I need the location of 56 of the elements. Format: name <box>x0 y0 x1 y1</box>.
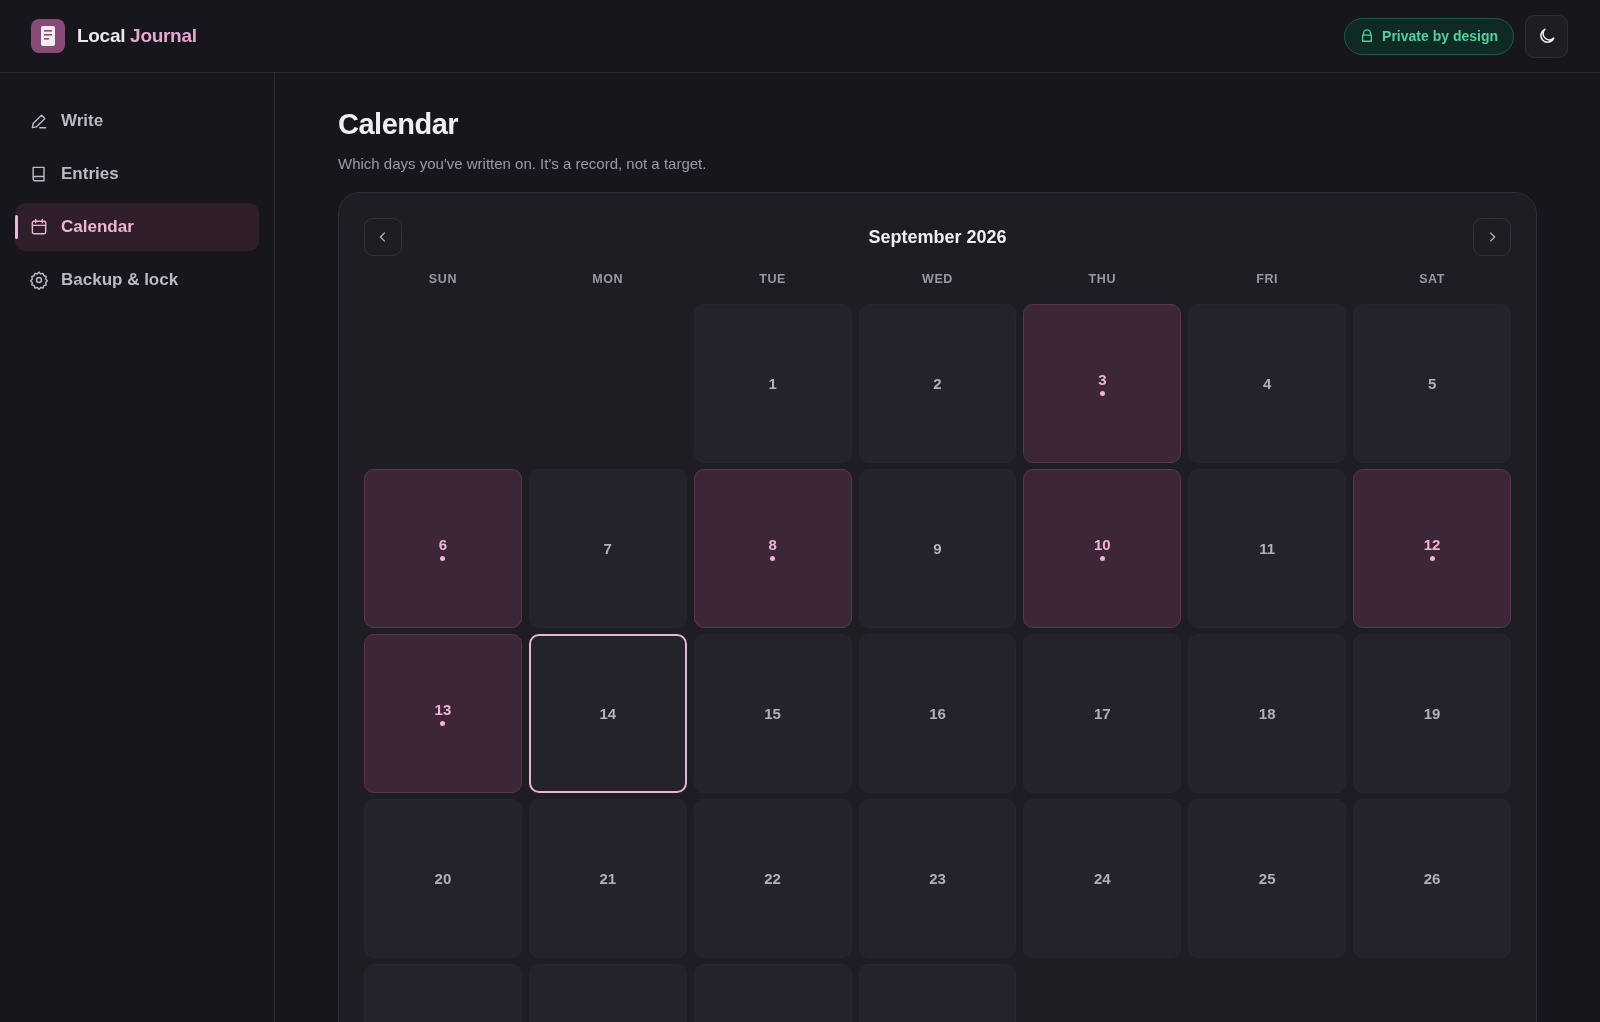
day-cell[interactable]: 10 <box>1023 469 1182 628</box>
entry-dot <box>1429 556 1435 561</box>
day-cell[interactable]: 2 <box>858 304 1017 463</box>
day-cell[interactable]: 18 <box>1188 634 1347 793</box>
day-cell[interactable]: 5 <box>1353 304 1511 463</box>
day-cell[interactable]: 15 <box>693 634 852 793</box>
day-cell[interactable]: 26 <box>1353 799 1511 958</box>
app-title: Local Journal <box>77 25 197 47</box>
day-cell[interactable]: 14 <box>528 634 687 793</box>
nav-item[interactable]: Backup & lock <box>15 256 259 304</box>
day-cell[interactable]: 22 <box>693 799 852 958</box>
day-cell[interactable]: 6 <box>364 469 522 628</box>
nav-item[interactable]: Write <box>15 97 259 145</box>
weekday-label: SAT <box>1418 272 1446 288</box>
day-cell[interactable]: 1 <box>693 304 852 463</box>
pencil-icon <box>29 111 49 131</box>
day-cell[interactable]: 20 <box>364 799 522 958</box>
day-cell[interactable]: 8 <box>693 469 852 628</box>
entry-dot <box>1099 556 1105 561</box>
next-month-button[interactable] <box>1473 218 1511 256</box>
day-cell[interactable]: 23 <box>858 799 1017 958</box>
day-cell[interactable]: 19 <box>1353 634 1511 793</box>
weekday-label: MON <box>591 272 625 288</box>
day-cell[interactable]: 12 <box>1353 469 1511 628</box>
entry-dot <box>440 721 446 726</box>
nav-item[interactable]: Calendar <box>15 203 259 251</box>
weekday-label: FRI <box>1255 272 1280 288</box>
theme-toggle-button[interactable] <box>1525 14 1568 58</box>
entry-dot <box>770 556 776 561</box>
day-cell[interactable]: 11 <box>1188 469 1347 628</box>
day-cell[interactable]: 25 <box>1188 799 1347 958</box>
day-cell[interactable]: 3 <box>1023 304 1182 463</box>
month-title: September 2026 <box>868 226 1007 248</box>
day-cell[interactable]: 16 <box>858 634 1017 793</box>
day-cell[interactable]: 4 <box>1188 304 1347 463</box>
calendar-icon <box>29 217 49 237</box>
previous-month-button[interactable] <box>364 218 402 256</box>
day-cell[interactable]: 7 <box>528 469 687 628</box>
weekday-label: SUN <box>427 272 458 288</box>
weekday-label: TUE <box>758 272 788 288</box>
nav-item[interactable]: Entries <box>15 150 259 198</box>
entry-dot <box>440 556 446 561</box>
lock-icon <box>1360 29 1375 43</box>
weekday-label: THU <box>1087 272 1118 288</box>
day-cell[interactable]: 13 <box>364 634 522 793</box>
day-cell[interactable]: 17 <box>1023 634 1182 793</box>
page-title: Calendar <box>338 108 460 141</box>
gear-icon <box>29 270 49 290</box>
privacy-badge: Private by design <box>1344 17 1514 55</box>
entry-dot <box>1099 391 1105 396</box>
page-subtitle: Which days you've written on. It's a record, not a target. <box>338 155 708 172</box>
journal-logo-icon <box>31 19 65 53</box>
weekday-label: WED <box>921 272 954 288</box>
day-cell[interactable]: 24 <box>1023 799 1182 958</box>
day-cell[interactable]: 21 <box>528 799 687 958</box>
day-cell[interactable]: 9 <box>858 469 1017 628</box>
